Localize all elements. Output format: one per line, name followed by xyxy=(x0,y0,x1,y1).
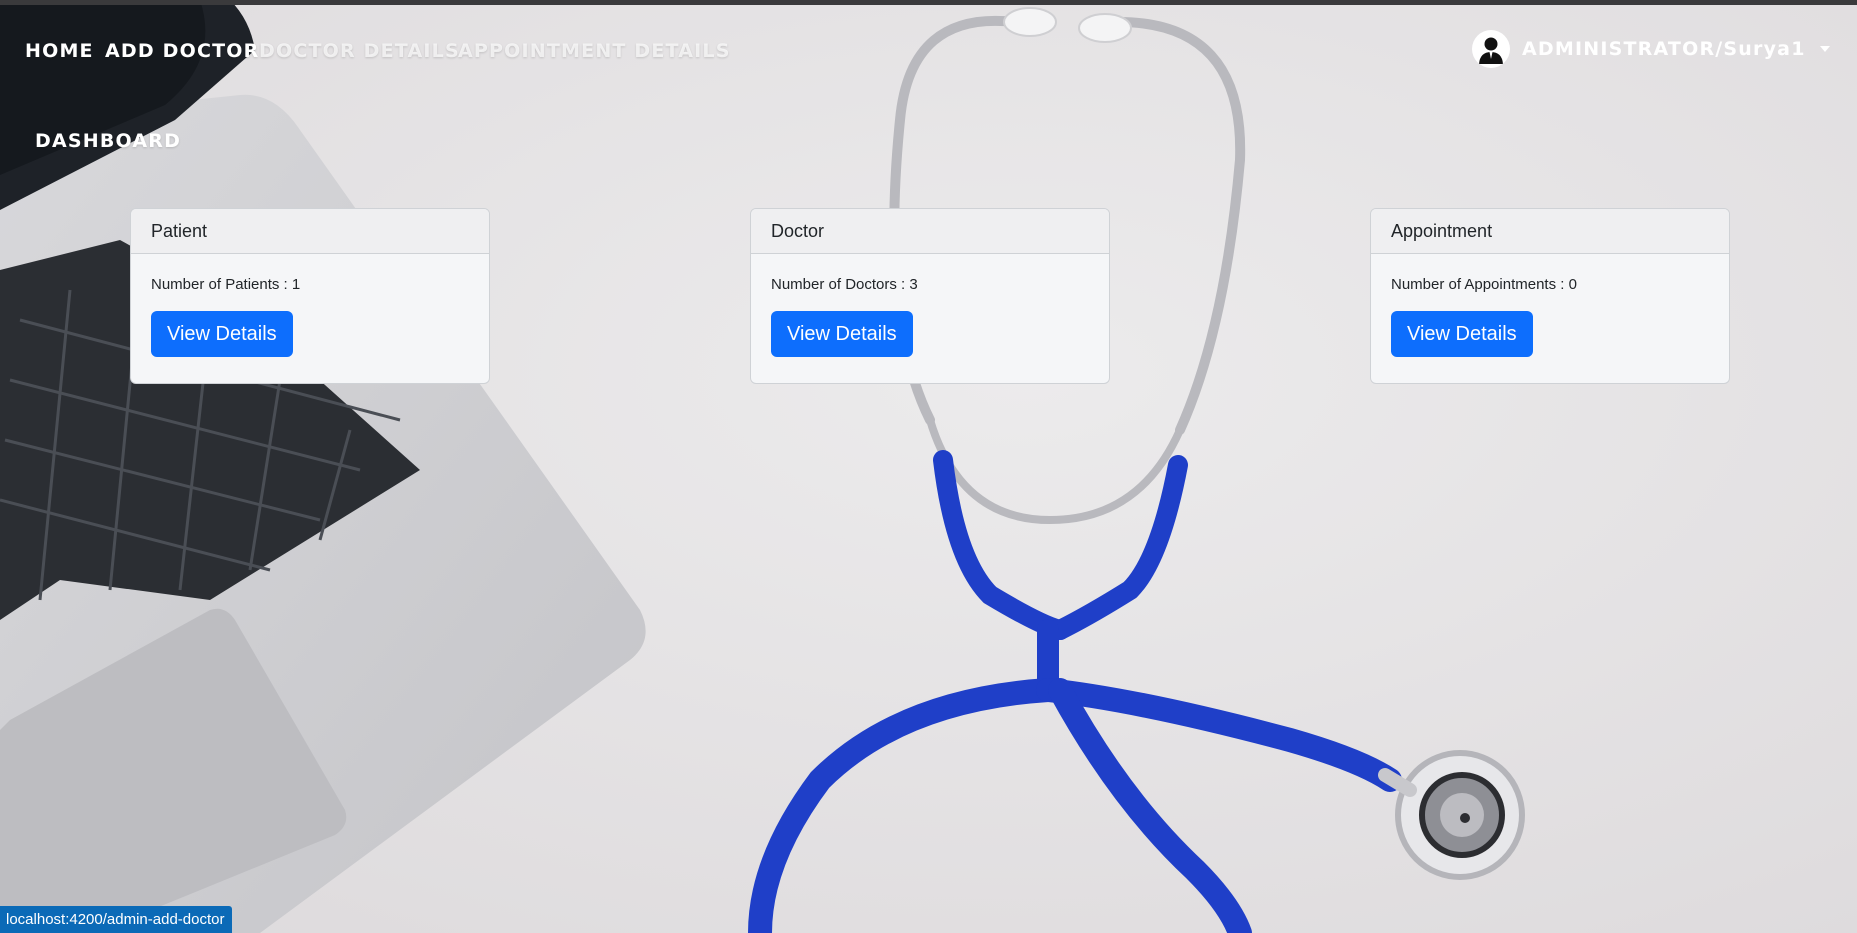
card-appointment: Appointment Number of Appointments : 0 V… xyxy=(1370,208,1730,384)
view-patient-details-button[interactable]: View Details xyxy=(151,311,293,357)
user-silhouette-icon xyxy=(1472,30,1510,68)
user-menu-dropdown[interactable]: ADMINISTRATOR/Surya1 xyxy=(1472,30,1830,68)
window-top-edge xyxy=(0,0,1857,5)
patient-count-text: Number of Patients : 1 xyxy=(151,276,301,293)
view-appointment-details-button[interactable]: View Details xyxy=(1391,311,1533,357)
card-title: Appointment xyxy=(1371,209,1729,254)
appointment-count-text: Number of Appointments : 0 xyxy=(1391,276,1577,293)
nav-dashboard[interactable]: DASHBOARD xyxy=(35,130,181,152)
card-title: Doctor xyxy=(751,209,1109,254)
card-patient: Patient Number of Patients : 1 View Deta… xyxy=(130,208,490,384)
nav-home[interactable]: HOME xyxy=(25,40,94,62)
nav-doctor-details[interactable]: DOCTOR DETAILS xyxy=(259,40,460,62)
nav-add-doctor[interactable]: ADD DOCTOR xyxy=(105,40,259,62)
view-doctor-details-button[interactable]: View Details xyxy=(771,311,913,357)
nav-appointment-details[interactable]: APPOINTMENT DETAILS xyxy=(458,40,731,62)
card-title: Patient xyxy=(131,209,489,254)
doctor-count-text: Number of Doctors : 3 xyxy=(771,276,918,293)
caret-down-icon xyxy=(1819,46,1830,52)
status-bar-url: localhost:4200/admin-add-doctor xyxy=(0,906,233,933)
card-doctor: Doctor Number of Doctors : 3 View Detail… xyxy=(750,208,1110,384)
background-image xyxy=(0,0,1857,933)
user-label: ADMINISTRATOR/Surya1 xyxy=(1522,38,1806,60)
